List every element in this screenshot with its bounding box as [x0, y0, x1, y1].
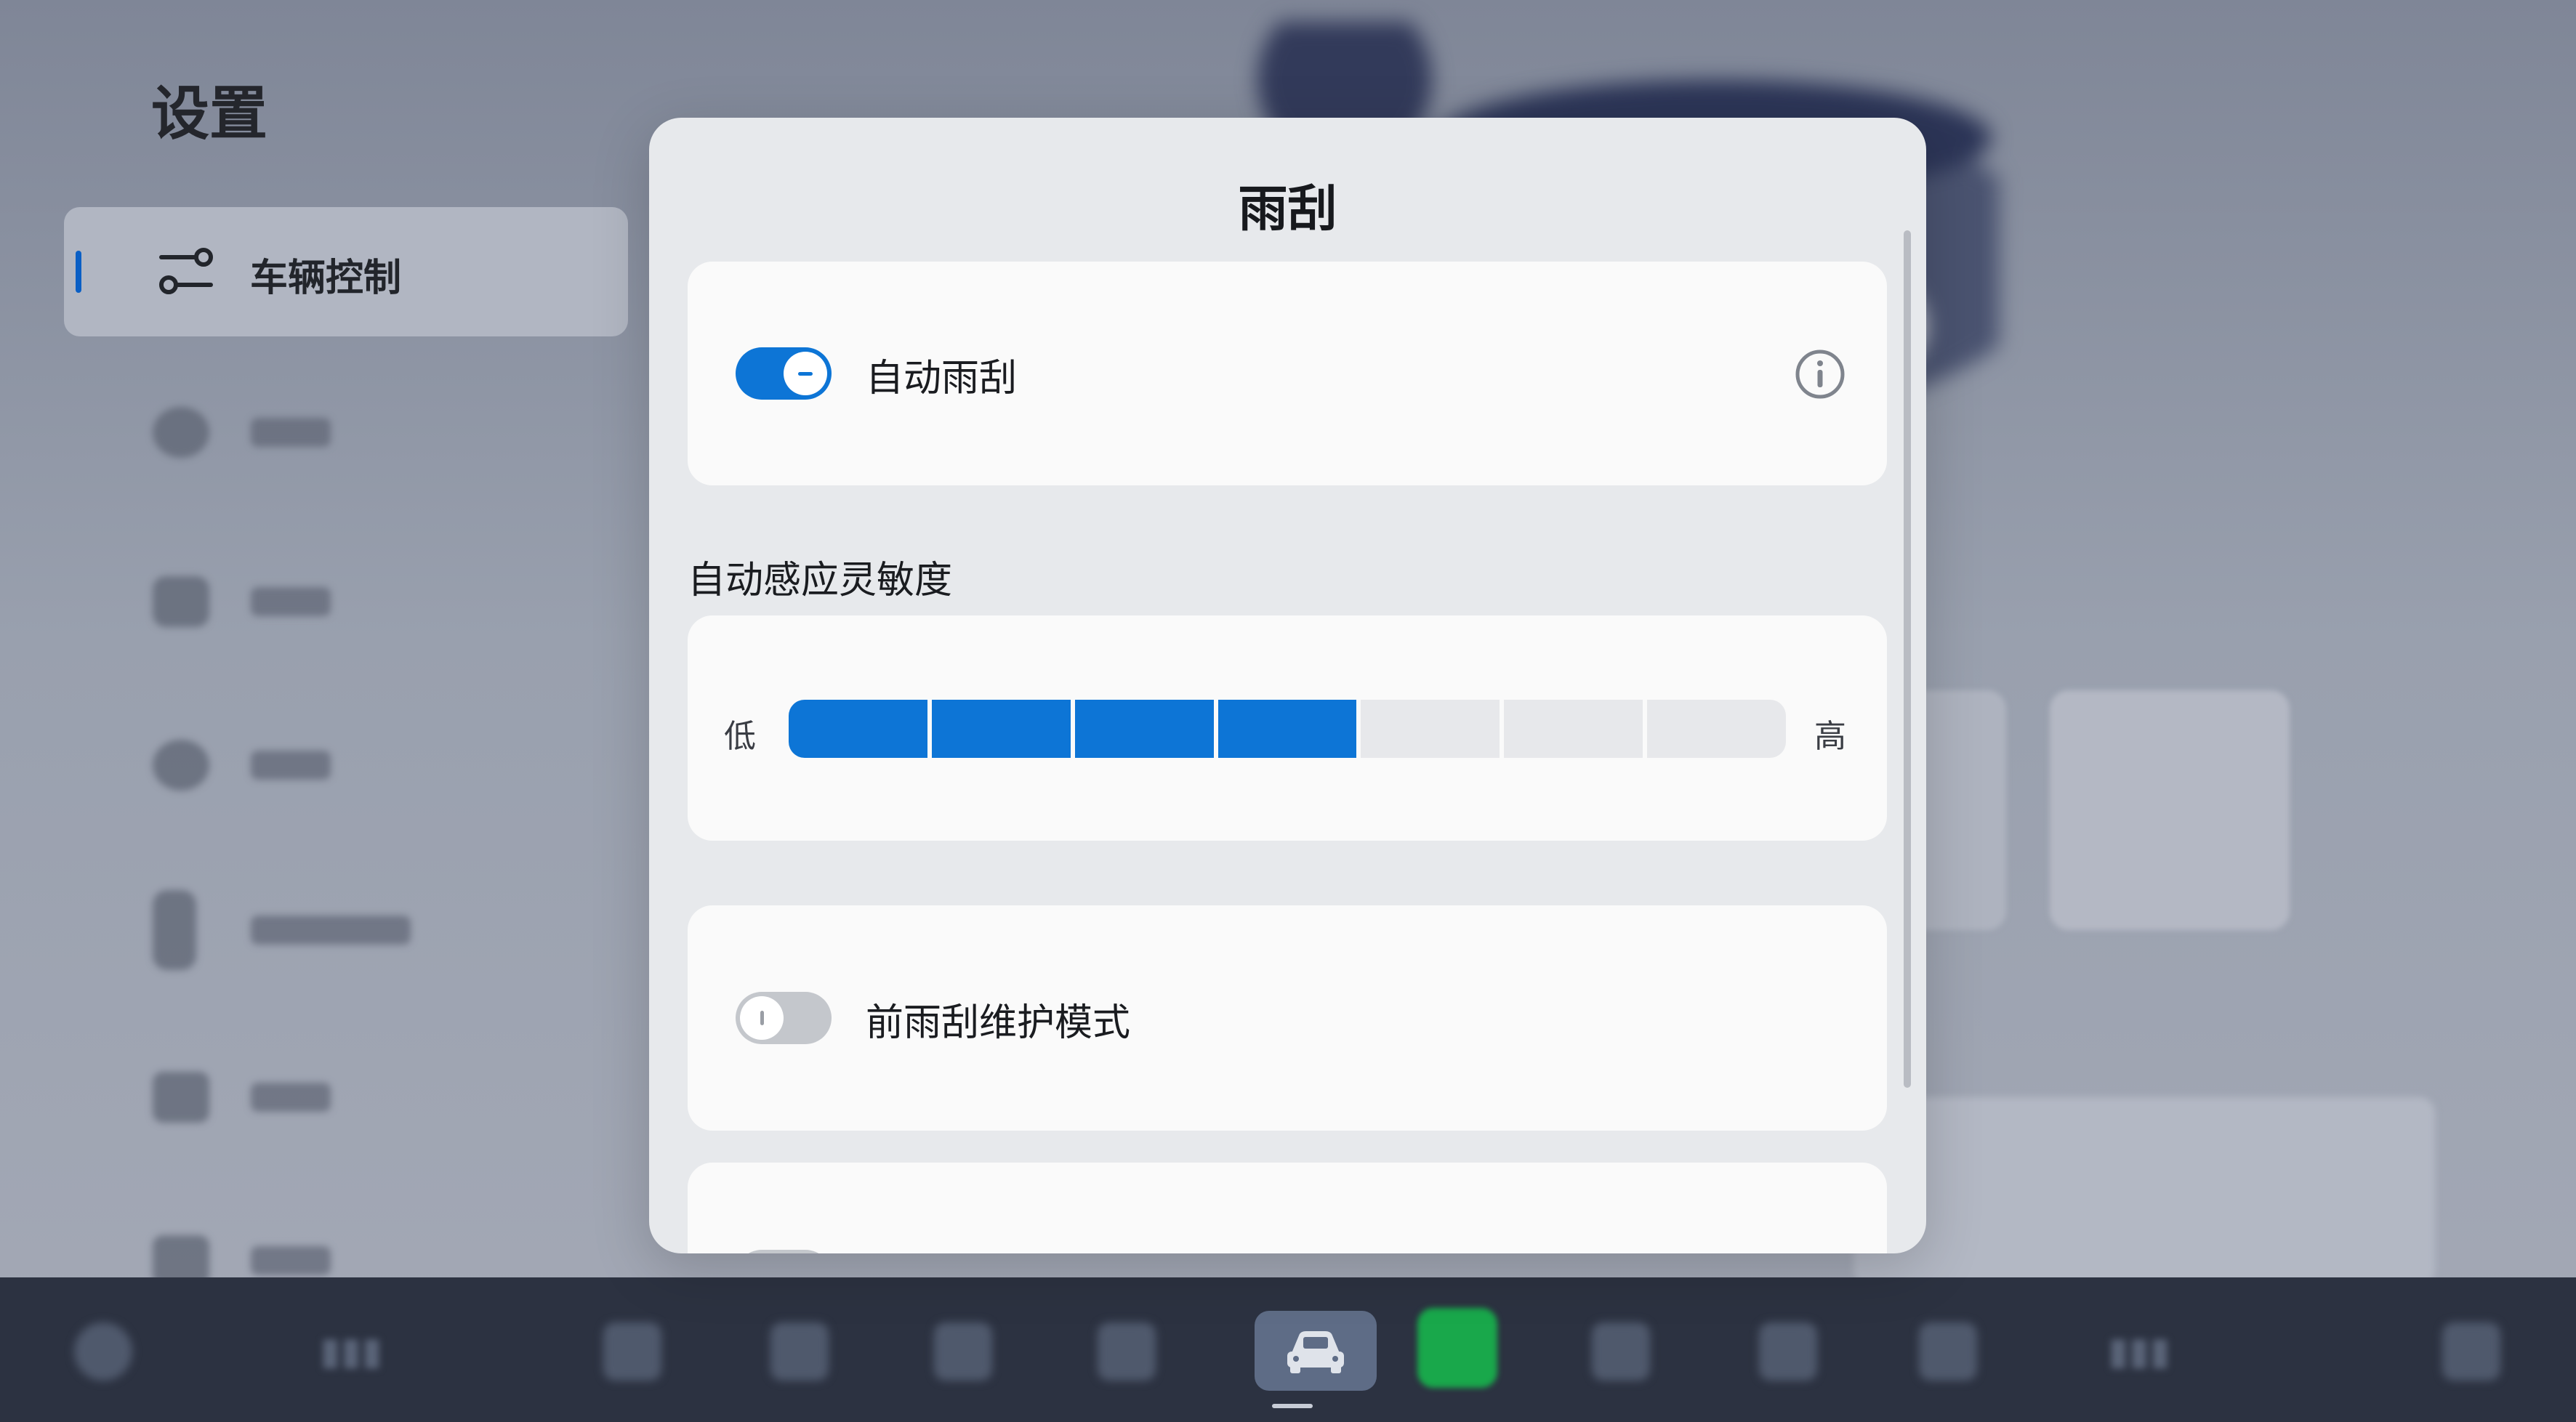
taskbar-item[interactable] [1592, 1322, 1650, 1381]
auto-wiper-label: 自动雨刮 [866, 357, 1018, 400]
scrollbar[interactable] [1904, 230, 1911, 1088]
wiper-dialog: 雨刮 自动雨刮 自动感应灵敏度 低 高 前雨刮维护模式 [649, 118, 1926, 1253]
phone-button[interactable] [1417, 1308, 1497, 1388]
active-indicator [1272, 1404, 1313, 1408]
sidebar-item-label: 车辆控制 [250, 256, 402, 300]
partial-toggle[interactable] [736, 1250, 832, 1253]
toggle-knob [784, 352, 827, 395]
background-card [2050, 690, 2290, 930]
auto-wiper-toggle[interactable] [736, 347, 832, 400]
toggle-knob [740, 996, 784, 1040]
temperature-control[interactable]: ▮▮▮ [2108, 1330, 2170, 1373]
sensitivity-slider[interactable] [789, 700, 1786, 758]
taskbar-item[interactable] [770, 1322, 829, 1381]
taskbar-item[interactable] [1098, 1322, 1156, 1381]
dialog-title: 雨刮 [1238, 181, 1337, 238]
sensitivity-card: 低 高 [688, 615, 1887, 841]
taskbar-item[interactable] [934, 1322, 992, 1381]
taskbar-item[interactable] [603, 1322, 661, 1381]
next-setting-card [688, 1163, 1887, 1253]
info-icon[interactable] [1794, 348, 1846, 400]
slider-segment[interactable] [931, 700, 1071, 758]
low-label: 低 [724, 718, 756, 755]
slider-segment[interactable] [1361, 700, 1500, 758]
high-label: 高 [1814, 718, 1846, 755]
maintenance-card: 前雨刮维护模式 [688, 905, 1887, 1131]
sliders-icon [159, 248, 213, 294]
taskbar-item[interactable] [2442, 1322, 2500, 1381]
slider-segment[interactable] [1217, 700, 1357, 758]
car-icon [1287, 1331, 1344, 1373]
slider-segment[interactable] [1647, 700, 1786, 758]
slider-segment[interactable] [1504, 700, 1643, 758]
temperature-control[interactable]: ▮▮▮ [320, 1330, 382, 1373]
maintenance-toggle[interactable] [736, 992, 832, 1044]
background-card [1853, 1097, 2435, 1286]
taskbar-item[interactable] [74, 1322, 132, 1381]
slider-segment[interactable] [789, 700, 927, 758]
slider-segment[interactable] [1074, 700, 1214, 758]
maintenance-label: 前雨刮维护模式 [866, 1001, 1131, 1045]
sensitivity-label: 自动感应灵敏度 [688, 559, 953, 602]
auto-wiper-card: 自动雨刮 [688, 262, 1887, 485]
settings-title: 设置 [151, 80, 267, 148]
selected-indicator [76, 251, 81, 293]
taskbar-item[interactable] [1759, 1322, 1817, 1381]
taskbar-item[interactable] [1919, 1322, 1977, 1381]
car-button[interactable] [1255, 1311, 1377, 1391]
